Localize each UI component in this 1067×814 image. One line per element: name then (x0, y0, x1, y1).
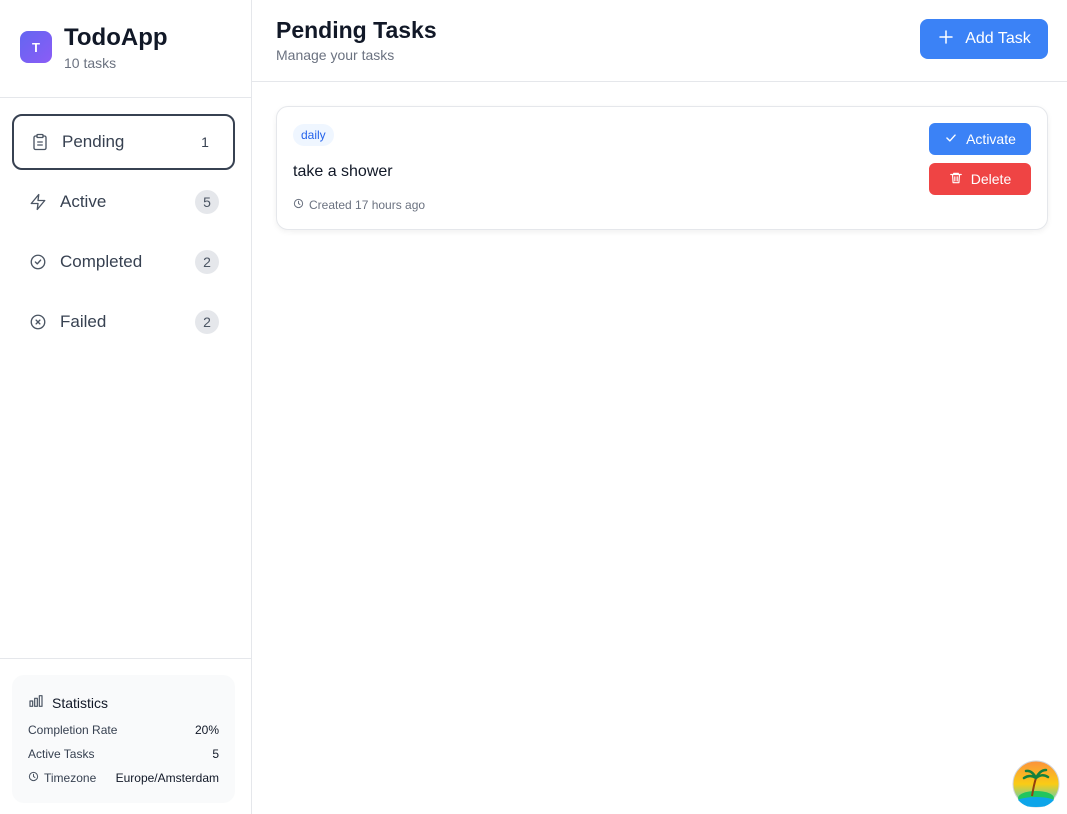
sidebar-item-label: Active (60, 192, 107, 211)
timezone-value: Europe/Amsterdam (115, 771, 219, 785)
task-tag: daily (293, 124, 334, 146)
activate-button[interactable]: Activate (929, 123, 1031, 155)
timezone-label: Timezone (44, 771, 97, 785)
sidebar-item-label: Pending (62, 132, 125, 151)
lightning-icon (28, 192, 48, 212)
timezone-row: Timezone Europe/Amsterdam (28, 771, 219, 785)
task-card: daily take a shower Created 17 hours ago… (276, 106, 1048, 230)
sidebar-nav: Pending 1 Active 5 Completed 2 Failed 2 (12, 114, 235, 354)
completion-rate-row: Completion Rate 20% (28, 723, 219, 737)
active-tasks-label: Active Tasks (28, 747, 95, 761)
sidebar-item-label: Failed (60, 312, 107, 331)
statistics-section: Statistics Completion Rate 20% Active Ta… (0, 658, 251, 814)
add-task-button[interactable]: Add Task (920, 19, 1048, 59)
sidebar-item-count: 1 (201, 134, 209, 150)
statistics-panel: Statistics Completion Rate 20% Active Ta… (12, 675, 235, 803)
user-avatar[interactable] (1012, 760, 1060, 808)
add-task-label: Add Task (965, 30, 1031, 47)
clock-icon (28, 771, 39, 785)
task-created-text: Created 17 hours ago (309, 198, 426, 212)
page-header: Pending Tasks Manage your tasks Add Task (252, 0, 1067, 82)
clipboard-icon (30, 132, 50, 152)
statistics-header: Statistics (28, 693, 108, 712)
timezone-label-group: Timezone (28, 771, 96, 785)
plus-icon (937, 28, 955, 51)
brand-header: T TodoApp 10 tasks (0, 0, 251, 98)
page-title: Pending Tasks (276, 17, 437, 43)
task-title: take a shower (293, 163, 393, 180)
sidebar-item-count: 2 (195, 310, 219, 334)
sidebar-item-failed[interactable]: Failed 2 (12, 294, 235, 350)
task-created: Created 17 hours ago (293, 198, 425, 212)
check-icon (944, 131, 958, 148)
clock-icon (293, 198, 304, 212)
active-tasks-row: Active Tasks 5 (28, 747, 219, 761)
sidebar-item-label: Completed (60, 252, 143, 271)
sidebar-item-count: 2 (195, 250, 219, 274)
trash-icon (949, 171, 963, 188)
sidebar-item-count: 5 (195, 190, 219, 214)
app-logo: T (20, 31, 52, 63)
check-circle-icon (28, 252, 48, 272)
sidebar-item-active[interactable]: Active 5 (12, 174, 235, 230)
app-title: TodoApp (64, 24, 168, 51)
activate-label: Activate (966, 131, 1016, 147)
sidebar-item-pending[interactable]: Pending 1 (12, 114, 235, 170)
x-circle-icon (28, 312, 48, 332)
delete-label: Delete (970, 171, 1012, 187)
sidebar-item-completed[interactable]: Completed 2 (12, 234, 235, 290)
task-count: 10 tasks (64, 55, 117, 71)
page-subtitle: Manage your tasks (276, 47, 395, 63)
sidebar: T TodoApp 10 tasks Pending 1 Active 5 Co… (0, 0, 252, 814)
bar-chart-icon (28, 693, 44, 712)
statistics-title: Statistics (52, 694, 109, 711)
completion-rate-label: Completion Rate (28, 723, 118, 737)
completion-rate-value: 20% (194, 723, 219, 737)
delete-button[interactable]: Delete (929, 163, 1031, 195)
active-tasks-value: 5 (212, 747, 219, 761)
